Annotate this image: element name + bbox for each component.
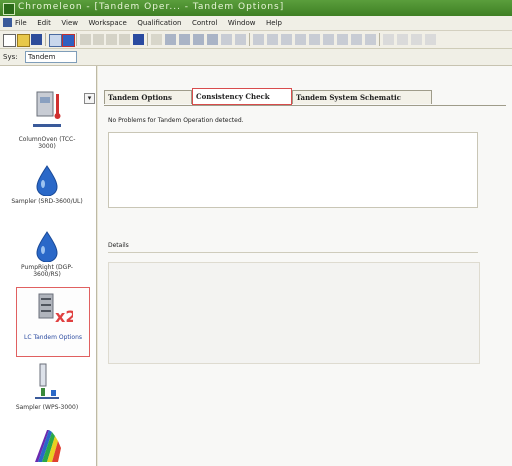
tab-tandem-options[interactable]: Tandem Options bbox=[104, 90, 192, 104]
system-label: Sys: bbox=[3, 53, 18, 61]
tool-icon[interactable] bbox=[179, 34, 190, 45]
droplet-icon bbox=[36, 165, 58, 197]
cut-icon[interactable] bbox=[80, 34, 91, 45]
sidebar-item-label: LC Tandem Options bbox=[24, 334, 82, 341]
toolbar bbox=[0, 31, 512, 49]
sidebar-item-sampler-wps[interactable]: Sampler (WPS-3000) bbox=[10, 362, 84, 411]
menu-workspace[interactable]: Workspace bbox=[89, 19, 127, 27]
copy-icon[interactable] bbox=[93, 34, 104, 45]
result-list[interactable] bbox=[108, 132, 478, 208]
tool-icon[interactable] bbox=[411, 34, 422, 45]
details-label: Details bbox=[108, 242, 129, 249]
system-bar: Sys: Tandem bbox=[0, 49, 512, 66]
tool-icon[interactable] bbox=[323, 34, 334, 45]
sidebar-item-detector[interactable] bbox=[10, 428, 84, 466]
tool-icon[interactable] bbox=[221, 34, 232, 45]
sidebar-item-column-oven[interactable]: ColumnOven (TCC-3000) bbox=[10, 88, 84, 150]
open-icon[interactable] bbox=[17, 34, 30, 47]
spectrum-icon bbox=[35, 430, 61, 462]
menu-bar: File Edit View Workspace Qualification C… bbox=[0, 16, 512, 31]
droplet-icon bbox=[36, 231, 58, 263]
tool-icon[interactable] bbox=[253, 34, 264, 45]
system-select[interactable]: Tandem bbox=[25, 51, 77, 63]
tab-divider bbox=[104, 105, 506, 106]
paste-icon[interactable] bbox=[106, 34, 117, 45]
menu-control[interactable]: Control bbox=[192, 19, 217, 27]
tool-icon[interactable] bbox=[151, 34, 162, 45]
properties-icon[interactable] bbox=[62, 34, 75, 47]
window-title: Chromeleon - [Tandem Oper... - Tandem Op… bbox=[18, 2, 285, 12]
menu-view[interactable]: View bbox=[61, 19, 78, 27]
details-divider bbox=[108, 252, 478, 253]
tool-icon[interactable] bbox=[425, 34, 436, 45]
column-oven-icon bbox=[33, 91, 61, 127]
sampler-icon bbox=[35, 363, 59, 399]
save-icon[interactable] bbox=[31, 34, 42, 45]
sidebar-item-pump-right[interactable]: PumpRight (DGP-3600/RS) bbox=[10, 230, 84, 278]
menu-help[interactable]: Help bbox=[266, 19, 282, 27]
sidebar-item-label: ColumnOven (TCC-3000) bbox=[18, 136, 76, 150]
tool-icon[interactable] bbox=[193, 34, 204, 45]
svg-text:x2: x2 bbox=[55, 307, 73, 326]
tool-icon[interactable] bbox=[351, 34, 362, 45]
sidebar-item-sampler[interactable]: Sampler (SRD-3600/UL) bbox=[10, 164, 84, 205]
menu-file[interactable]: File bbox=[15, 19, 27, 27]
tool-icon[interactable] bbox=[309, 34, 320, 45]
new-icon[interactable] bbox=[3, 34, 16, 47]
delete-icon[interactable] bbox=[119, 34, 130, 45]
menu-edit[interactable]: Edit bbox=[37, 19, 51, 27]
app-icon bbox=[3, 3, 15, 15]
sidebar-item-lc-tandem-options[interactable]: x2 LC Tandem Options bbox=[16, 287, 90, 357]
document-icon[interactable] bbox=[3, 18, 12, 27]
help-icon[interactable] bbox=[133, 34, 144, 45]
tool-icon[interactable] bbox=[281, 34, 292, 45]
print-icon[interactable] bbox=[49, 34, 62, 47]
menu-qualification[interactable]: Qualification bbox=[137, 19, 181, 27]
tool-icon[interactable] bbox=[295, 34, 306, 45]
tool-icon[interactable] bbox=[337, 34, 348, 45]
tandem-stack-icon: x2 bbox=[38, 293, 76, 326]
consistency-status: No Problems for Tandem Operation detecte… bbox=[108, 117, 244, 124]
tab-consistency-check[interactable]: Consistency Check bbox=[192, 88, 292, 105]
title-bar: Chromeleon - [Tandem Oper... - Tandem Op… bbox=[0, 0, 512, 16]
tool-icon[interactable] bbox=[365, 34, 376, 45]
tool-icon[interactable] bbox=[165, 34, 176, 45]
sidebar-item-label: Sampler (WPS-3000) bbox=[15, 404, 79, 411]
main-panel: Tandem Options Consistency Check Tandem … bbox=[98, 66, 512, 466]
details-panel[interactable] bbox=[108, 262, 480, 364]
tool-icon[interactable] bbox=[383, 34, 394, 45]
sidebar-item-label: Sampler (SRD-3600/UL) bbox=[11, 198, 83, 205]
menu-window[interactable]: Window bbox=[228, 19, 256, 27]
tool-icon[interactable] bbox=[267, 34, 278, 45]
tool-icon[interactable] bbox=[207, 34, 218, 45]
tool-icon[interactable] bbox=[397, 34, 408, 45]
device-sidebar: ▾ ColumnOven (TCC-3000) Sampler (SRD-360… bbox=[0, 66, 97, 466]
collapse-button[interactable]: ▾ bbox=[84, 93, 95, 104]
tool-icon[interactable] bbox=[235, 34, 246, 45]
tab-tandem-system-schematic[interactable]: Tandem System Schematic bbox=[292, 90, 432, 104]
sidebar-item-label: PumpRight (DGP-3600/RS) bbox=[21, 264, 73, 278]
